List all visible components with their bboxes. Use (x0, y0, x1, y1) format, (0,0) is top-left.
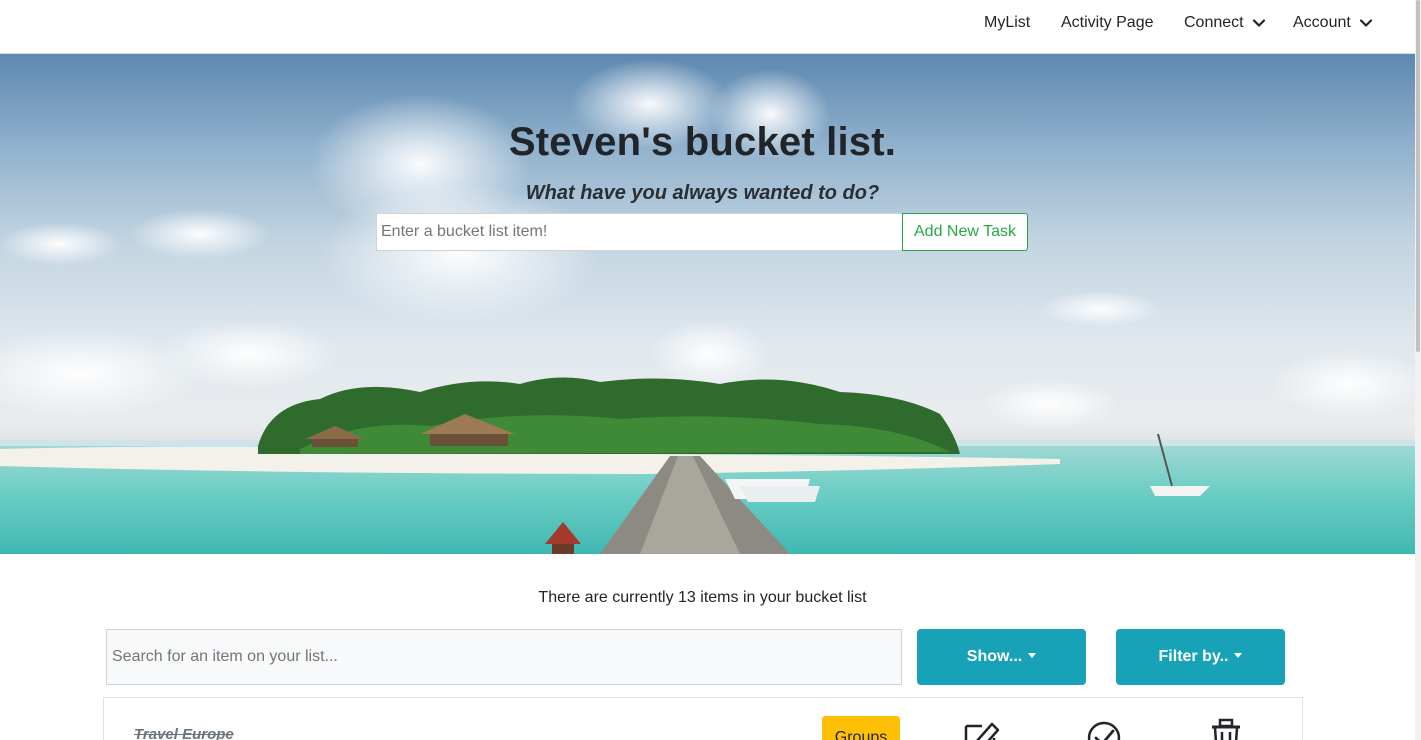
chevron-down-icon (1252, 16, 1266, 30)
nav-connect-dropdown[interactable]: Connect (1184, 14, 1266, 32)
list-item: Travel Europe Groups (103, 697, 1303, 740)
show-button-label: Show... (966, 648, 1023, 665)
check-circle-icon[interactable] (1084, 718, 1124, 740)
top-navbar: MyList Activity Page Connect Account (0, 0, 1415, 54)
search-input[interactable] (106, 629, 902, 685)
scrollbar-thumb[interactable] (1416, 0, 1420, 352)
trash-icon[interactable] (1206, 718, 1246, 740)
page-subtitle: What have you always wanted to do? (525, 182, 880, 204)
nav-mylist-label: MyList (984, 14, 1031, 31)
nav-activity-label: Activity Page (1061, 14, 1154, 31)
groups-button[interactable]: Groups (822, 716, 900, 740)
nav-connect-label: Connect (1184, 14, 1244, 31)
nav-account-dropdown[interactable]: Account (1293, 14, 1373, 32)
hero-banner: Steven's bucket list. What have you alwa… (0, 54, 1415, 554)
filter-dropdown-button[interactable]: Filter by.. (1116, 629, 1285, 685)
nav-activity-page[interactable]: Activity Page (1061, 14, 1153, 32)
item-count-text: There are currently 13 items in your buc… (538, 589, 867, 606)
nav-account-label: Account (1293, 14, 1351, 31)
caret-down-icon (1234, 653, 1243, 658)
filter-button-label: Filter by.. (1158, 648, 1229, 665)
caret-down-icon (1028, 653, 1037, 658)
add-new-task-button[interactable]: Add New Task (902, 213, 1028, 251)
edit-icon[interactable] (962, 718, 1002, 740)
page-scrollbar[interactable] (1415, 0, 1421, 740)
chevron-down-icon (1359, 16, 1373, 30)
show-dropdown-button[interactable]: Show... (917, 629, 1086, 685)
nav-mylist[interactable]: MyList (984, 14, 1030, 32)
page-title: Steven's bucket list. (508, 120, 897, 164)
list-item-title: Travel Europe (134, 726, 234, 740)
bucket-item-input[interactable] (376, 213, 902, 251)
